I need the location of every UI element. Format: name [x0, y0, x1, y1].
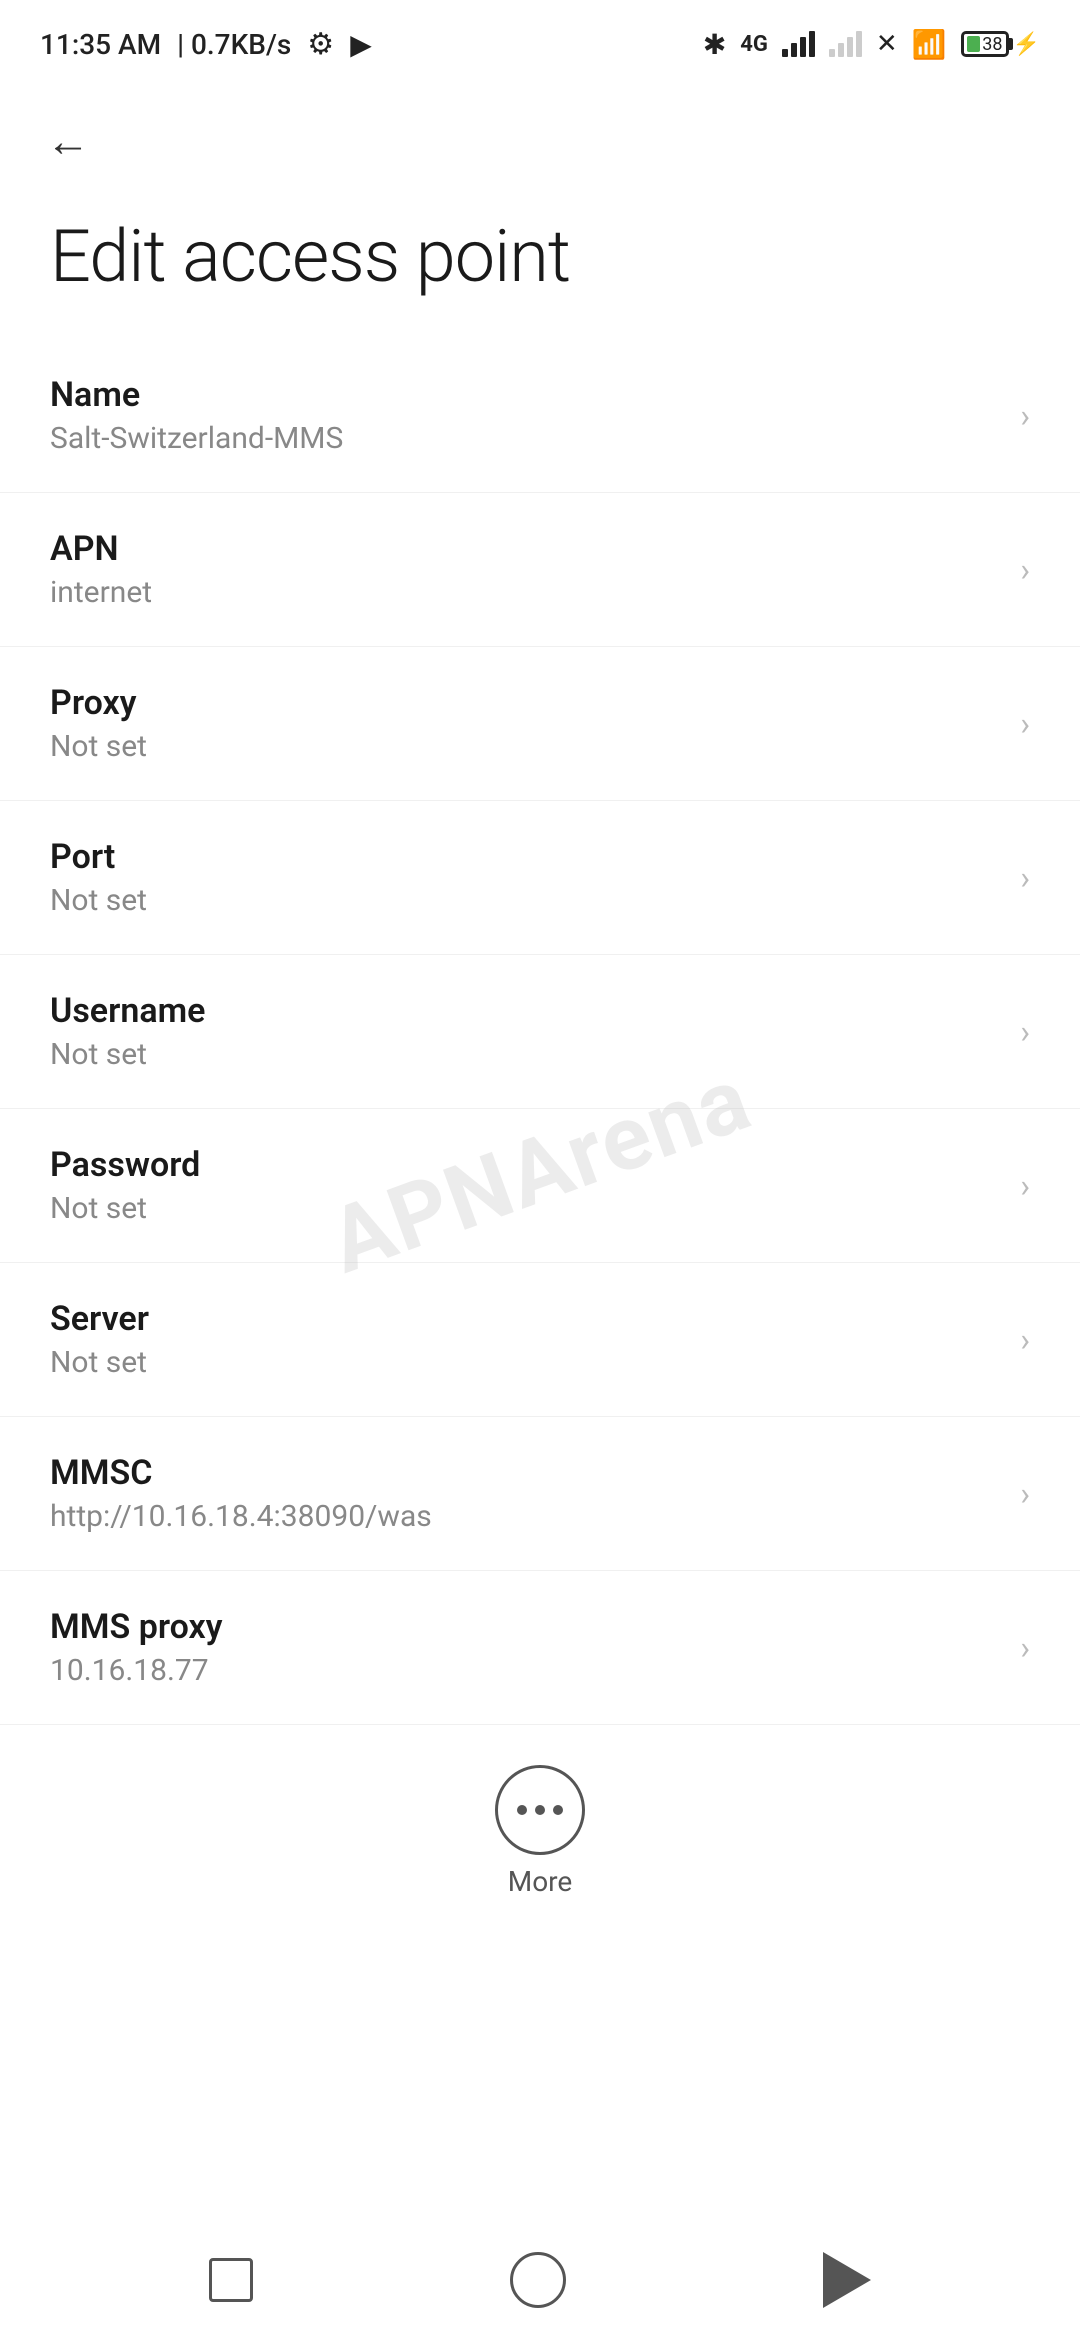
back-arrow-icon: ←	[46, 120, 90, 164]
nav-recent-icon[interactable]	[209, 2258, 253, 2302]
battery-container: 38 ⚡	[961, 31, 1040, 57]
settings-item[interactable]: Server Not set ›	[0, 1263, 1080, 1417]
settings-item[interactable]: MMSC http://10.16.18.4:38090/was ›	[0, 1417, 1080, 1571]
settings-item-value: http://10.16.18.4:38090/was	[50, 1499, 1000, 1534]
chevron-right-icon: ›	[1020, 1321, 1030, 1359]
settings-item-content: MMSC http://10.16.18.4:38090/was	[50, 1453, 1000, 1534]
settings-item-label: Port	[50, 837, 1000, 877]
chevron-right-icon: ›	[1020, 705, 1030, 743]
settings-item-content: Server Not set	[50, 1299, 1000, 1380]
wifi-icon: 📶	[912, 28, 947, 61]
settings-item[interactable]: Username Not set ›	[0, 955, 1080, 1109]
chevron-right-icon: ›	[1020, 859, 1030, 897]
settings-item-content: Name Salt-Switzerland-MMS	[50, 375, 1000, 456]
network-4g-icon: 4G	[740, 32, 768, 57]
settings-item-value: 10.16.18.77	[50, 1653, 1000, 1688]
settings-item-label: MMSC	[50, 1453, 1000, 1493]
chevron-right-icon: ›	[1020, 1475, 1030, 1513]
back-button[interactable]: ←	[36, 110, 100, 174]
more-button-area: More	[0, 1725, 1080, 1918]
video-icon: ▶	[350, 28, 372, 61]
nav-back-icon[interactable]	[823, 2252, 871, 2308]
settings-item-value: Salt-Switzerland-MMS	[50, 421, 1000, 456]
status-bar: 11:35 AM | 0.7KB/s ⚙ ▶ ✱ 4G ✕ 📶 38 ⚡	[0, 0, 1080, 80]
settings-item[interactable]: Proxy Not set ›	[0, 647, 1080, 801]
settings-item-label: Username	[50, 991, 1000, 1031]
settings-item-value: internet	[50, 575, 1000, 610]
status-right: ✱ 4G ✕ 📶 38 ⚡	[703, 28, 1040, 61]
more-button[interactable]	[495, 1765, 585, 1855]
settings-item[interactable]: MMS proxy 10.16.18.77 ›	[0, 1571, 1080, 1725]
chevron-right-icon: ›	[1020, 1013, 1030, 1051]
settings-item[interactable]: Name Salt-Switzerland-MMS ›	[0, 339, 1080, 493]
settings-item-content: Password Not set	[50, 1145, 1000, 1226]
settings-item[interactable]: Password Not set ›	[0, 1109, 1080, 1263]
settings-icon: ⚙	[307, 27, 334, 62]
charging-icon: ⚡	[1013, 32, 1040, 57]
signal-strength-icon	[782, 31, 815, 57]
bluetooth-icon: ✱	[703, 28, 726, 61]
chevron-right-icon: ›	[1020, 1167, 1030, 1205]
more-dots-icon	[517, 1805, 563, 1815]
settings-item-content: MMS proxy 10.16.18.77	[50, 1607, 1000, 1688]
chevron-right-icon: ›	[1020, 397, 1030, 435]
back-button-row: ←	[0, 80, 1080, 184]
chevron-right-icon: ›	[1020, 1629, 1030, 1667]
settings-item-label: Server	[50, 1299, 1000, 1339]
signal-strength-2-icon	[829, 31, 862, 57]
more-label: More	[508, 1865, 573, 1898]
settings-item-label: Proxy	[50, 683, 1000, 723]
settings-item[interactable]: APN internet ›	[0, 493, 1080, 647]
settings-item-content: Username Not set	[50, 991, 1000, 1072]
settings-item-value: Not set	[50, 1345, 1000, 1380]
no-signal-icon: ✕	[876, 29, 898, 59]
settings-item-value: Not set	[50, 1037, 1000, 1072]
settings-list: Name Salt-Switzerland-MMS › APN internet…	[0, 339, 1080, 1725]
nav-bar	[0, 2220, 1080, 2340]
settings-item-content: APN internet	[50, 529, 1000, 610]
chevron-right-icon: ›	[1020, 551, 1030, 589]
time-display: 11:35 AM	[40, 28, 161, 61]
status-left: 11:35 AM | 0.7KB/s ⚙ ▶	[40, 27, 372, 62]
battery-icon: 38	[961, 31, 1009, 57]
settings-item-content: Proxy Not set	[50, 683, 1000, 764]
settings-item-value: Not set	[50, 1191, 1000, 1226]
settings-item-label: Name	[50, 375, 1000, 415]
page-title: Edit access point	[0, 184, 1080, 339]
settings-item-content: Port Not set	[50, 837, 1000, 918]
settings-item-value: Not set	[50, 883, 1000, 918]
settings-item[interactable]: Port Not set ›	[0, 801, 1080, 955]
nav-home-icon[interactable]	[510, 2252, 566, 2308]
settings-item-label: APN	[50, 529, 1000, 569]
speed-display: | 0.7KB/s	[177, 28, 291, 61]
settings-item-label: Password	[50, 1145, 1000, 1185]
settings-item-value: Not set	[50, 729, 1000, 764]
settings-item-label: MMS proxy	[50, 1607, 1000, 1647]
